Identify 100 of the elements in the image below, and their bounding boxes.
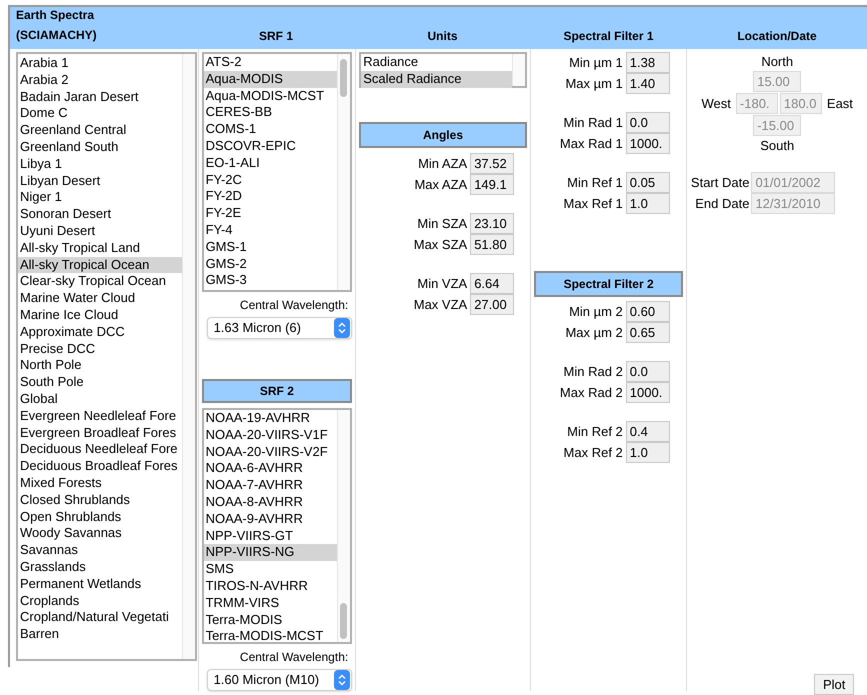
list-item[interactable]: Open Shrublands [18,508,182,526]
list-item[interactable]: All-sky Tropical Land [18,240,182,257]
list-item[interactable]: Badain Jaran Desert [18,88,182,106]
list-item[interactable]: Deciduous Needleleaf Fore [18,441,182,458]
list-item[interactable]: Evergreen Broadleaf Fores [18,424,182,442]
input-field[interactable]: 37.52 [470,153,514,174]
list-item[interactable]: Terra-MODIS-MCST [204,628,338,646]
wavelength-dropdown[interactable]: 1.60 Micron (M10) [206,669,352,691]
list-item[interactable]: South Pole [18,374,182,391]
input-field[interactable]: 149.1 [470,174,514,195]
input-field[interactable]: 51.80 [470,234,514,255]
list-item[interactable]: Croplands [18,592,182,610]
list-item[interactable]: Woody Savannas [18,525,182,542]
list-item[interactable]: Arabia 1 [18,55,182,72]
list-item[interactable]: Radiance [361,54,512,71]
list-item[interactable]: COMS-1 [204,121,338,138]
list-item[interactable]: TRMM-VIRS [204,594,338,612]
scrollbar-track[interactable] [512,54,525,86]
scrollbar-track[interactable] [182,54,195,659]
site-listbox[interactable] [16,52,197,661]
input-field[interactable]: 0.4 [626,421,670,442]
list-item[interactable]: Closed Shrublands [18,492,182,509]
scrollbar-track[interactable] [337,54,350,290]
input-field[interactable]: 1000. [626,382,670,403]
list-item[interactable]: GMS-1 [204,238,338,256]
input-field[interactable]: 1.38 [626,52,670,73]
list-item[interactable]: Barren [18,626,182,643]
list-item[interactable]: GMS-3 [204,272,338,290]
list-item[interactable]: NOAA-8-AVHRR [204,494,338,511]
input-field[interactable]: 1.40 [626,73,670,94]
list-item[interactable]: NOAA-20-VIIRS-V2F [204,444,338,460]
input-field[interactable]: 27.00 [470,294,514,315]
list-item[interactable]: Dome C [18,105,182,122]
list-item[interactable]: ATS-2 [204,54,338,71]
input-field[interactable]: 1000. [626,133,670,154]
scrollbar-thumb[interactable] [340,603,348,639]
list-item[interactable]: North Pole [18,357,182,374]
list-item[interactable]: Approximate DCC [18,324,182,341]
input-field[interactable]: 23.10 [470,213,514,234]
list-item[interactable]: Mixed Forests [18,474,182,492]
list-item[interactable]: Marine Water Cloud [18,290,182,307]
list-item[interactable]: Permanent Wetlands [18,576,182,592]
list-item[interactable]: Uyuni Desert [18,222,182,240]
list-item[interactable]: EO-1-ALI [204,154,338,172]
list-item[interactable]: Global [18,390,182,408]
list-item[interactable]: NOAA-7-AVHRR [204,477,338,494]
list-item[interactable]: Scaled Radiance [361,70,512,88]
scrollbar-track[interactable] [337,410,350,642]
input-field[interactable]: 0.65 [626,322,670,343]
field-label: East [826,94,853,113]
list-item[interactable]: Deciduous Broadleaf Fores [18,458,182,475]
field-label: Central Wavelength: [240,650,348,664]
scrollbar-thumb[interactable] [340,59,348,97]
list-item[interactable]: Savannas [18,542,182,559]
list-item[interactable]: Marine Ice Cloud [18,306,182,324]
input-field[interactable]: 0.0 [626,112,670,133]
field-label: Min Rad 2 [564,362,624,381]
list-item[interactable]: CERES-BB [204,104,338,122]
list-item[interactable]: NOAA-19-AVHRR [204,410,338,427]
list-item[interactable]: NOAA-9-AVHRR [204,510,338,528]
list-item[interactable]: Precise DCC [18,340,182,358]
list-item[interactable]: Grasslands [18,558,182,576]
list-item[interactable]: FY-2E [204,205,338,222]
list-item[interactable]: Aqua-MODIS-MCST [204,88,338,104]
input-field[interactable]: 1.0 [626,193,670,214]
srf-listbox[interactable]: ATS-2 Aqua-MODIS Aqua-MODIS-MCST CERES-BB COMS-1 DSCOVR-EPIC EO-1-ALI FY-2C FY-2D FY-2E FY-4 GMS-1 GMS-2 GMS-3 [202,52,352,292]
wavelength-dropdown[interactable]: 1.63 Micron (6) [206,317,352,339]
list-item[interactable]: TIROS-N-AVHRR [204,578,338,595]
input-field[interactable]: 6.64 [470,273,514,294]
list-item[interactable]: NOAA-6-AVHRR [204,460,338,478]
list-item[interactable]: Cropland/Natural Vegetati [18,609,182,626]
input-field[interactable]: 1.0 [626,442,670,463]
plot-button[interactable]: Plot [814,674,854,695]
list-item[interactable]: Greenland Central [18,122,182,139]
field-label: Min Ref 1 [567,174,624,192]
input-field[interactable]: 0.60 [626,301,670,322]
list-item[interactable]: NPP-VIIRS-GT [204,528,338,544]
list-item[interactable]: Libyan Desert [18,172,182,190]
srf-listbox[interactable]: NOAA-19-AVHRR NOAA-20-VIIRS-V1F NOAA-20-VIIRS-V2F NOAA-6-AVHRR NOAA-7-AVHRR NOAA-8-AVHRR NOAA-9-AVHRR NPP-VIIRS-GT NPP-VIIRS-NG SMS TIROS-N-AVHRR TRMM-VIRS Terra-MODIS Terra-MODIS-MCST [202,408,352,644]
list-item[interactable]: SMS [204,561,338,578]
list-item[interactable]: FY-2C [204,172,338,188]
list-item[interactable]: Arabia 2 [18,72,182,89]
input-field[interactable]: 0.05 [626,172,670,193]
list-item[interactable]: Terra-MODIS [204,612,338,628]
list-item[interactable]: Libya 1 [18,156,182,173]
list-item[interactable]: Niger 1 [18,189,182,206]
list-item[interactable]: Greenland South [18,138,182,156]
list-item[interactable]: All-sky Tropical Ocean [18,256,182,274]
input-field[interactable]: 0.0 [626,361,670,382]
list-item[interactable]: Sonoran Desert [18,206,182,223]
list-item[interactable]: DSCOVR-EPIC [204,138,338,155]
list-item[interactable]: Aqua-MODIS [204,70,338,88]
list-item[interactable]: FY-2D [204,188,338,206]
list-item[interactable]: GMS-2 [204,256,338,272]
list-item[interactable]: NPP-VIIRS-NG [204,544,338,562]
list-item[interactable]: Evergreen Needleleaf Fore [18,408,182,425]
list-item[interactable]: FY-4 [204,222,338,239]
units-listbox[interactable]: Radiance Scaled Radiance [359,52,527,88]
list-item[interactable]: NOAA-20-VIIRS-V1F [204,426,338,444]
list-item[interactable]: Clear-sky Tropical Ocean [18,273,182,290]
